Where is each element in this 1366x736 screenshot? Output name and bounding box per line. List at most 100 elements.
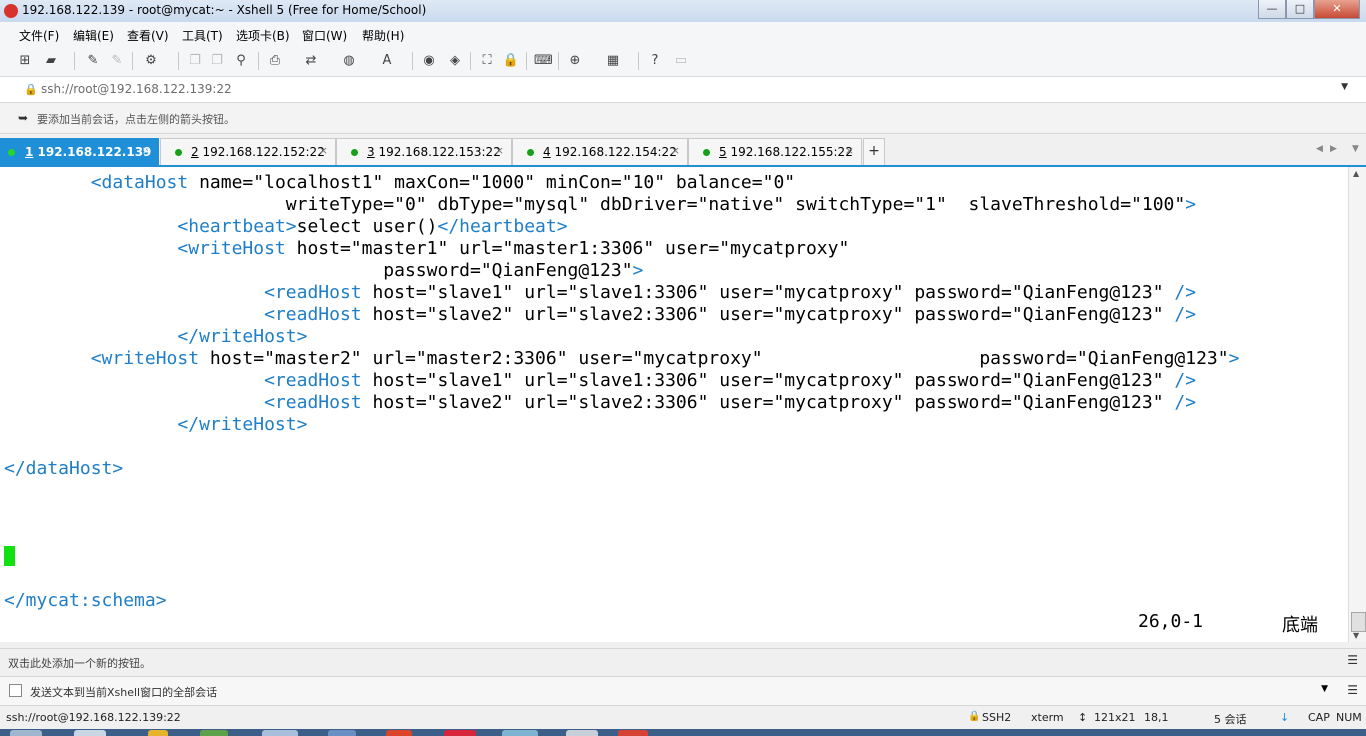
xml-text: host="master1" url="master1:3306" user="… [285,238,850,259]
tab-close-icon[interactable]: × [671,144,680,157]
tab-session-3[interactable]: 3 192.168.122.153:22 × [336,138,512,165]
print-icon[interactable]: ⎙ [266,53,284,69]
menu-tools[interactable]: 工具(T) [182,27,223,44]
tab-label: 192.168.122.154:22 [550,145,677,159]
menu-edit[interactable]: 编辑(E) [73,27,114,44]
tab-label: 192.168.122.152:22 [198,145,325,159]
paste-icon[interactable]: ❐ [208,53,226,69]
menu-window[interactable]: 窗口(W) [302,27,347,44]
taskbar-app[interactable] [328,730,356,736]
scroll-down-icon[interactable]: ▼ [1353,631,1359,640]
xml-tag: </writeHost> [177,326,308,347]
lock-icon: 🔒 [24,83,38,96]
session-hint-bar: ➥ 要添加当前会话，点击左侧的箭头按钮。 [0,103,1366,134]
xftp-icon[interactable]: ◉ [420,53,438,69]
maximize-button[interactable]: □ [1286,0,1314,19]
status-size: 121x21 [1094,711,1136,724]
taskbar-app[interactable] [444,730,476,736]
lock-icon[interactable]: 🔒 [502,53,520,69]
status-dot-icon [351,149,358,156]
add-tab-icon[interactable]: ⊕ [566,53,584,69]
xml-text: host="slave1" url="slave1:3306" user="my… [361,370,1175,391]
script-icon[interactable]: ◈ [446,53,464,69]
terminal-line: writeType="0" dbType="mysql" dbDriver="n… [4,194,1196,216]
terminal-line: <writeHost host="master2" url="master2:3… [4,348,1240,370]
compose-checkbox[interactable] [9,684,22,697]
disconnect-icon[interactable]: ✎ [108,53,126,69]
close-button[interactable]: ✕ [1314,0,1360,19]
session-hint-text: 要添加当前会话，点击左侧的箭头按钮。 [37,113,235,126]
title-bar: 192.168.122.139 - root@mycat:~ - Xshell … [0,0,1366,22]
taskbar-app[interactable] [200,730,228,736]
status-connection: ssh://root@192.168.122.139:22 [6,711,181,724]
menu-icon[interactable]: ☰ [1347,653,1358,667]
scroll-up-icon[interactable]: ▲ [1353,169,1359,178]
tab-session-2[interactable]: 2 192.168.122.152:22 × [160,138,336,165]
menu-view[interactable]: 查看(V) [127,27,169,44]
xml-tag: <readHost [264,370,362,391]
chat-icon[interactable]: ▭ [672,53,690,69]
help-icon[interactable]: ? [646,53,664,69]
compose-bar[interactable]: 发送文本到当前Xshell窗口的全部会话 ▼ ☰ [0,676,1366,705]
xml-tag: <readHost [264,282,362,303]
chevron-down-icon[interactable]: ▼ [1321,684,1328,694]
transfer-icon[interactable]: ⇄ [302,53,320,69]
taskbar-app[interactable] [502,730,538,736]
tab-session-1[interactable]: 1 192.168.122.139 × [0,138,159,166]
minimize-button[interactable]: — [1258,0,1286,19]
taskbar-app[interactable] [74,730,106,736]
lock-icon: 🔒 [968,711,981,722]
open-folder-icon[interactable]: ▰ [42,53,60,69]
xml-text: host="slave2" url="slave2:3306" user="my… [361,392,1175,413]
scroll-thumb[interactable] [1351,612,1366,632]
taskbar-app[interactable] [148,730,168,736]
tab-close-icon[interactable]: × [495,144,504,157]
reconnect-icon[interactable]: ✎ [84,53,102,69]
xml-tag: <readHost [264,304,362,325]
address-bar[interactable]: 🔒 ssh://root@192.168.122.139:22 ▼ [0,77,1366,103]
taskbar-app[interactable] [386,730,412,736]
xml-tag: /> [1174,392,1197,413]
new-tab-button[interactable]: + [863,138,885,165]
status-sessions: 5 会话 [1214,713,1247,726]
tab-next-icon[interactable]: ▶ [1330,144,1337,154]
taskbar-app[interactable] [262,730,298,736]
terminal-line: <dataHost name="localhost1" maxCon="1000… [4,172,795,194]
terminal-area[interactable]: <dataHost name="localhost1" maxCon="1000… [0,167,1348,642]
chevron-down-icon[interactable]: ▼ [1341,82,1348,92]
taskbar-app[interactable] [566,730,598,736]
font-icon[interactable]: A [378,53,396,69]
menu-icon[interactable]: ☰ [1347,683,1358,697]
vertical-scrollbar[interactable]: ▲ ▼ [1348,167,1366,642]
layout-icon[interactable]: ▦ [604,53,622,69]
fullscreen-icon[interactable]: ⛶ [478,53,496,69]
tab-session-5[interactable]: 5 192.168.122.155:22 × [688,138,862,165]
tab-prev-icon[interactable]: ◀ [1316,144,1323,154]
properties-icon[interactable]: ⚙ [142,53,160,69]
tab-session-4[interactable]: 4 192.168.122.154:22 × [512,138,688,165]
tab-close-icon[interactable]: × [845,144,854,157]
keyboard-icon[interactable]: ⌨ [534,53,553,69]
address-input[interactable]: ssh://root@192.168.122.139:22 [41,82,232,96]
download-icon: ↓ [1280,711,1290,724]
xml-tag: <dataHost [90,172,189,193]
menu-help[interactable]: 帮助(H) [362,27,404,44]
start-button[interactable] [10,730,42,736]
menu-tabs[interactable]: 选项卡(B) [236,27,290,44]
tab-close-icon[interactable]: × [142,144,151,157]
add-session-arrow-icon[interactable]: ➥ [18,111,28,125]
menu-file[interactable]: 文件(F) [19,27,59,44]
globe-icon[interactable]: ◍ [340,53,358,69]
cursor-position: 26,0-1 [1138,611,1204,632]
quick-command-bar[interactable]: 双击此处添加一个新的按钮。 ☰ [0,648,1366,675]
tab-menu-icon[interactable]: ▼ [1352,144,1359,154]
xml-tag: <heartbeat> [177,216,297,237]
terminal-line: password="QianFeng@123"> [4,260,643,282]
find-icon[interactable]: ⚲ [232,53,250,69]
taskbar-app[interactable] [618,730,648,736]
tab-close-icon[interactable]: × [319,144,328,157]
xml-text: password="QianFeng@123" [383,260,633,281]
copy-icon[interactable]: ❐ [186,53,204,69]
terminal-line: </mycat:schema> [4,590,167,612]
new-session-icon[interactable]: ⊞ [16,53,34,69]
